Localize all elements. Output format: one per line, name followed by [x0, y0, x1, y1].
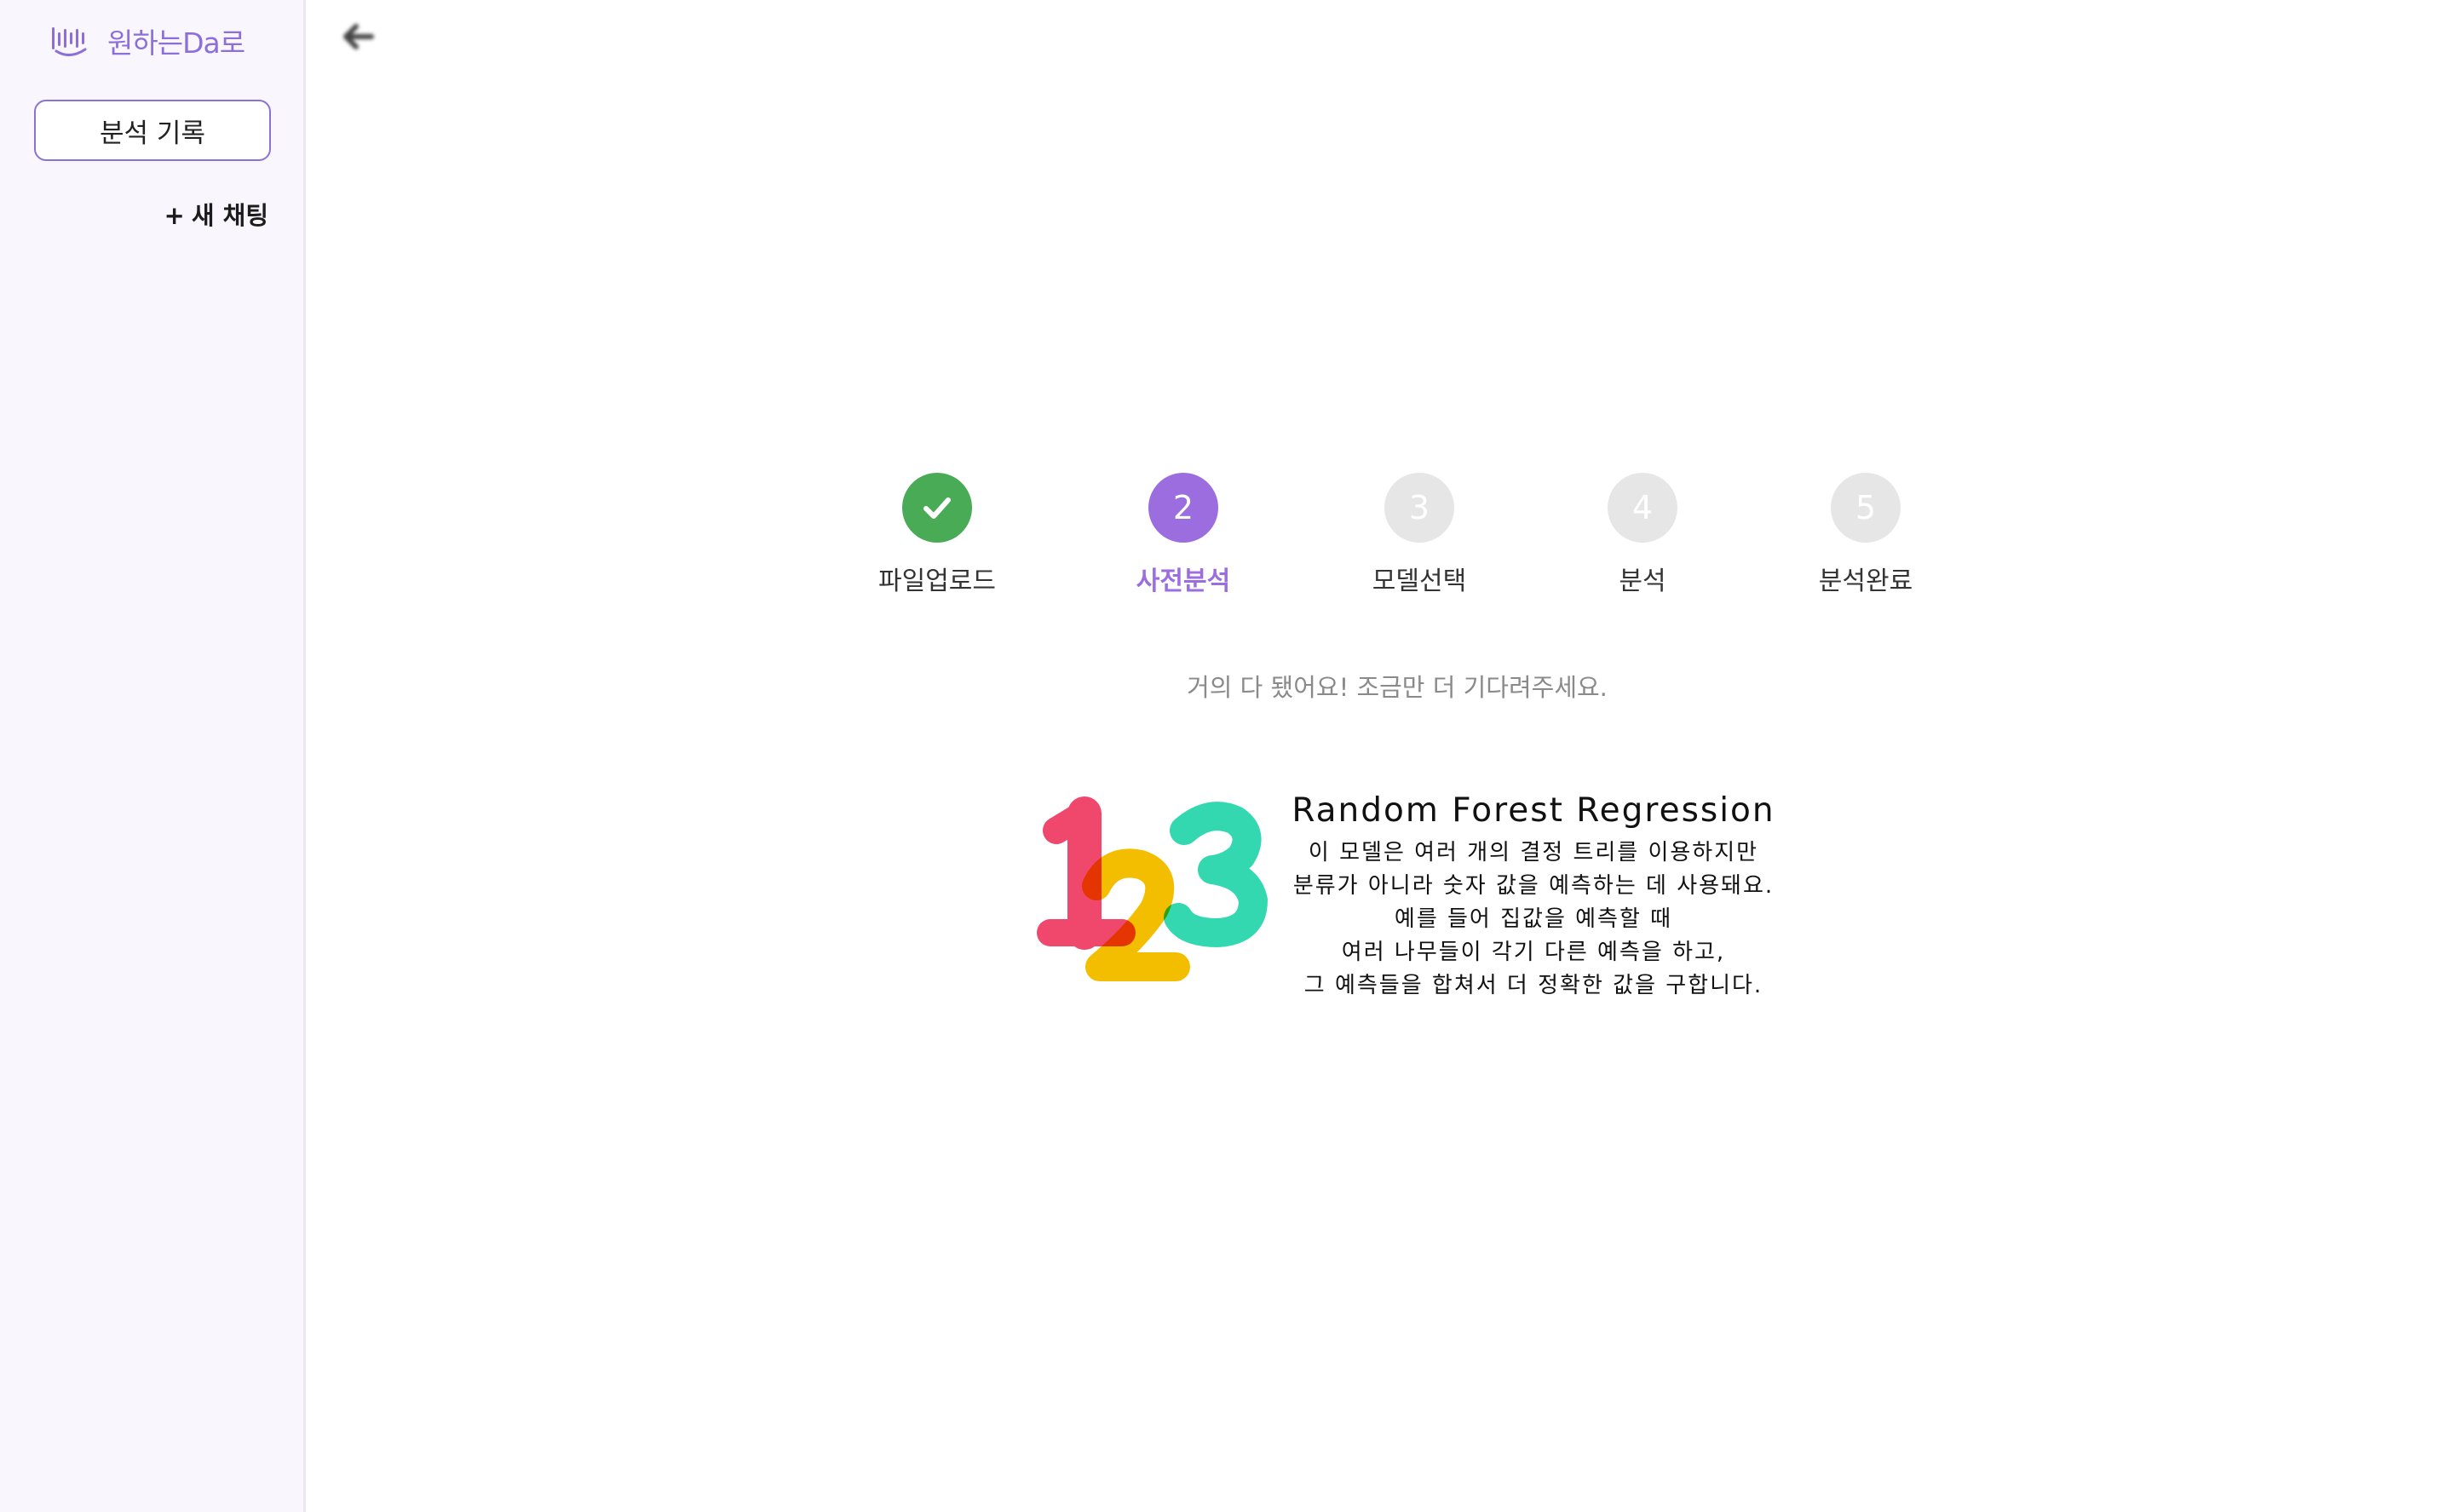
sidebar: 원하는Da로 분석 기록 + 새 채팅	[0, 0, 306, 1512]
step-3-circle: 3	[1384, 473, 1454, 543]
plus-icon: +	[164, 201, 185, 230]
step-analysis-complete: 5 분석완료	[1772, 473, 1959, 597]
logo[interactable]: 원하는Da로	[49, 20, 245, 61]
model-description-line: 그 예측들을 합쳐서 더 정확한 값을 구합니다.	[1303, 973, 1763, 998]
analysis-history-button[interactable]: 분석 기록	[34, 100, 271, 161]
step-1-circle	[902, 473, 972, 543]
logo-text: 원하는Da로	[107, 26, 245, 60]
step-5-circle: 5	[1831, 473, 1901, 543]
step-model-select: 3 모델선택	[1326, 473, 1513, 597]
model-description-line: 여러 나무들이 각기 다른 예측을 하고,	[1341, 940, 1726, 965]
step-pre-analysis: 2 사전분석	[1090, 473, 1277, 597]
step-4-circle: 4	[1608, 473, 1677, 543]
app-window: 원하는Da로 분석 기록 + 새 채팅 파일업로드 2 사전분석 3 모델선택 4…	[0, 0, 2445, 1512]
model-description: 이 모델은 여러 개의 결정 트리를 이용하지만 분류가 아니라 숫자 값을 예…	[1261, 836, 1806, 1003]
step-5-label: 분석완료	[1818, 566, 1913, 596]
model-info: Random Forest Regression 이 모델은 여러 개의 결정 …	[1261, 787, 1806, 1003]
model-title: Random Forest Regression	[1292, 791, 1775, 830]
step-3-label: 모델선택	[1372, 566, 1467, 596]
step-file-upload: 파일업로드	[843, 473, 1031, 597]
step-analysis: 4 분석	[1549, 473, 1736, 597]
arrow-left-icon	[343, 24, 374, 49]
new-chat-button[interactable]: + 새 채팅	[164, 196, 268, 232]
numbers-123-illustration	[1037, 796, 1268, 981]
status-message: 거의 다 됐어요! 조금만 더 기다려주세요.	[1187, 673, 1608, 702]
model-description-line: 분류가 아니라 숫자 값을 예측하는 데 사용돼요.	[1292, 873, 1775, 899]
new-chat-label: 새 채팅	[191, 201, 268, 230]
step-4-label: 분석	[1619, 566, 1666, 596]
step-1-label: 파일업로드	[878, 566, 996, 596]
step-2-circle: 2	[1148, 473, 1218, 543]
checkmark-icon	[923, 497, 951, 519]
step-2-label: 사전분석	[1136, 566, 1231, 596]
model-description-line: 이 모델은 여러 개의 결정 트리를 이용하지만	[1308, 840, 1759, 865]
waveform-logo-icon	[52, 27, 87, 56]
model-description-line: 예를 들어 집값을 예측할 때	[1394, 906, 1673, 932]
back-button[interactable]	[337, 19, 380, 55]
